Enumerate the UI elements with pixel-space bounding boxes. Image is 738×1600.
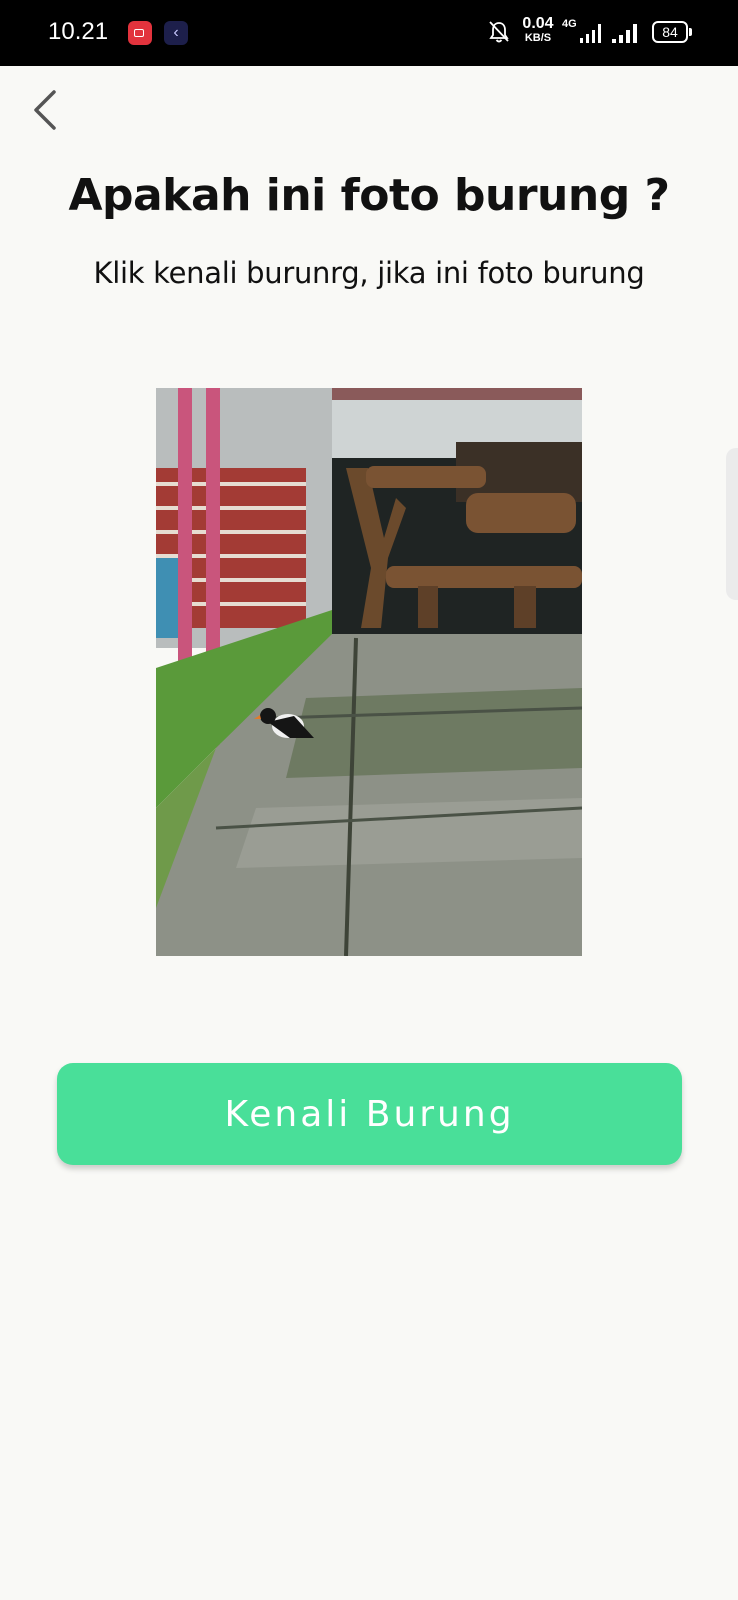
network-type: 4G: [562, 18, 577, 30]
network-speed-value: 0.04: [522, 15, 554, 32]
battery-icon: 84: [652, 21, 692, 43]
page-title: Apakah ini foto burung ?: [68, 170, 670, 221]
network-speed: 0.04 KB/S: [518, 16, 558, 44]
edge-panel-handle[interactable]: [726, 448, 738, 600]
status-time: 10.21: [48, 18, 109, 45]
network-speed-unit: KB/S: [524, 32, 552, 44]
page-subtitle: Klik kenali burunrg, jika ini foto burun…: [93, 256, 645, 290]
signal-icon: [612, 24, 637, 43]
video-record-icon: [128, 21, 152, 45]
chevron-left-icon[interactable]: [26, 86, 66, 132]
back-arrow-app-icon: ‹: [164, 21, 188, 45]
identify-bird-button[interactable]: Kenali Burung: [57, 1063, 682, 1165]
bell-off-icon: [489, 21, 509, 43]
status-bar: 10.21 ‹ 0.04 KB/S 4G 84: [0, 0, 738, 66]
bird-photo: [156, 388, 582, 956]
signal-4g-icon: [580, 24, 601, 43]
